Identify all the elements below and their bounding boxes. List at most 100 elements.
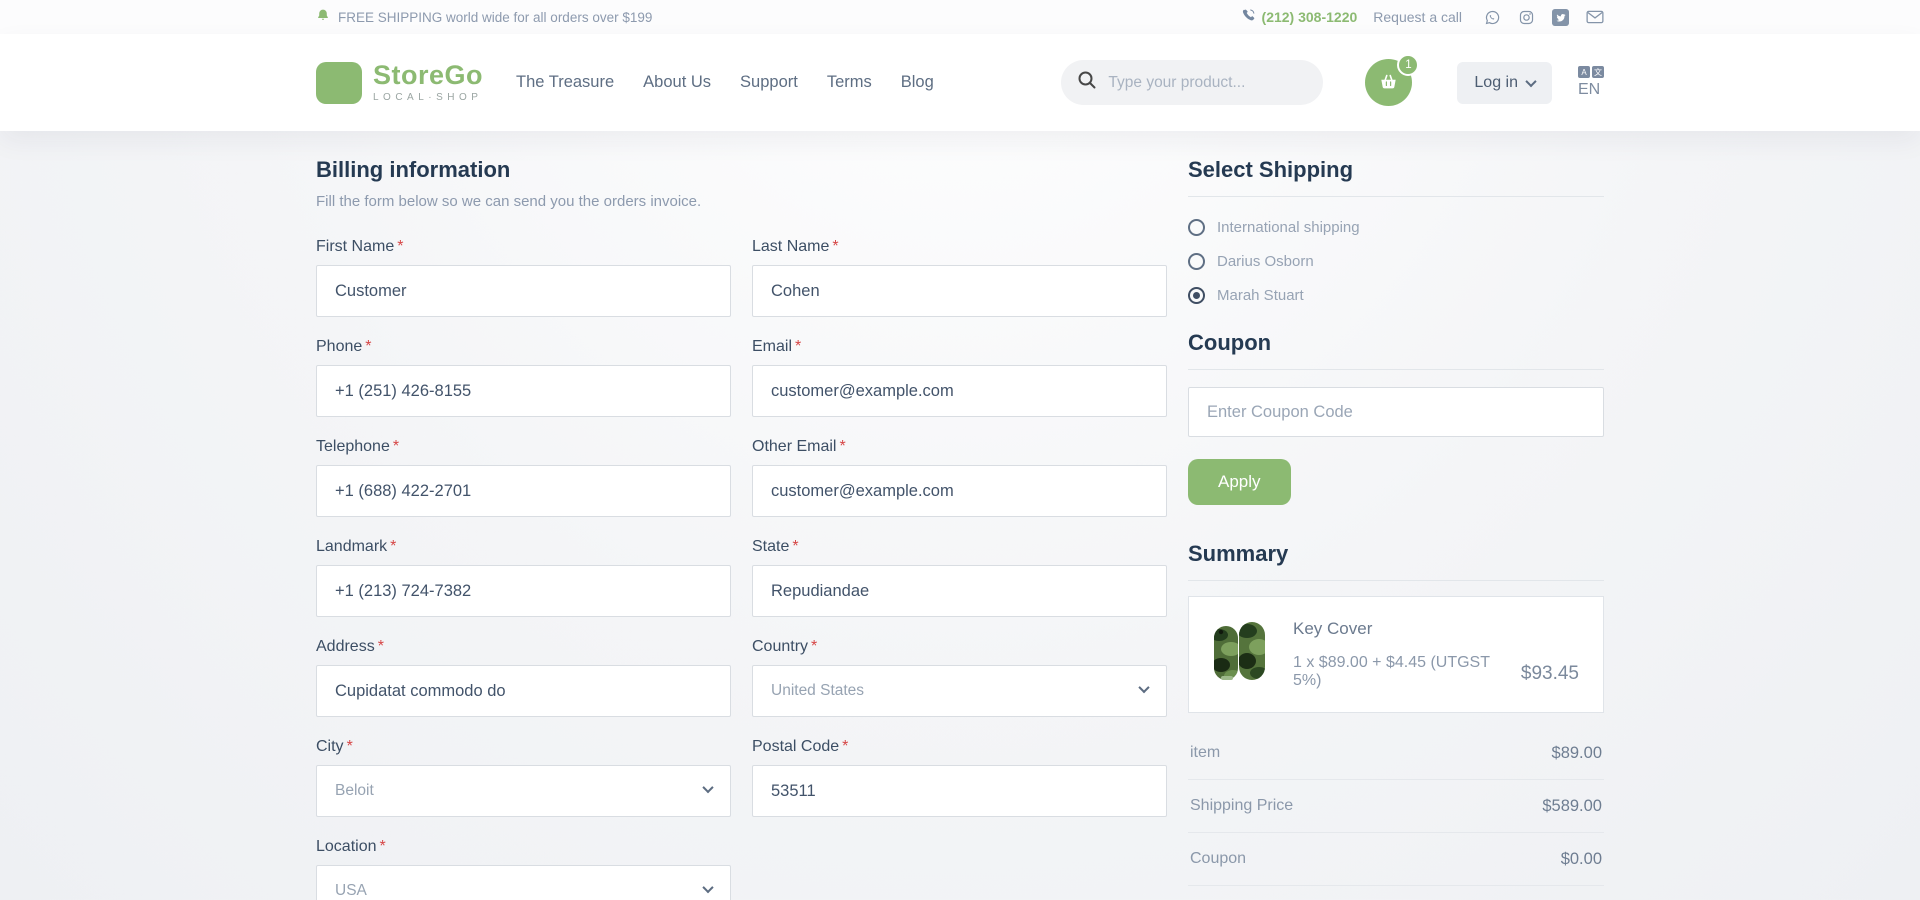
nav-item[interactable]: Terms — [827, 73, 872, 92]
field-select[interactable]: Beloit — [316, 765, 731, 817]
form-field: Email* — [752, 338, 1167, 417]
required-marker: * — [397, 238, 403, 255]
required-marker: * — [365, 338, 371, 355]
coupon-code-input[interactable] — [1188, 387, 1604, 437]
shipping-option-label: Darius Osborn — [1217, 253, 1314, 270]
shipping-option[interactable]: Marah Stuart — [1188, 287, 1604, 304]
field-label: State — [752, 538, 789, 555]
shipping-options: International shipping Darius Osborn Mar… — [1188, 219, 1604, 304]
billing-section: Billing information Fill the form below … — [316, 157, 1167, 900]
required-marker: * — [811, 638, 817, 655]
divider — [1188, 580, 1604, 581]
summary-row-label: Shipping Price — [1190, 797, 1293, 815]
cart-item-card: Key Cover 1 x $89.00 + $4.45 (UTGST 5%) … — [1188, 596, 1604, 713]
field-input[interactable] — [316, 265, 731, 317]
instagram-icon[interactable] — [1518, 9, 1535, 26]
summary-row: Shipping Price $589.00 — [1188, 780, 1604, 833]
basket-icon — [1378, 71, 1399, 95]
required-marker: * — [795, 338, 801, 355]
brand-mark-icon — [316, 62, 362, 104]
required-marker: * — [842, 738, 848, 755]
form-field: Country* United States — [752, 638, 1167, 717]
summary-rows: item $89.00 Shipping Price $589.00 Coupo… — [1188, 727, 1604, 900]
shipping-option-label: Marah Stuart — [1217, 287, 1304, 304]
field-label: First Name — [316, 238, 394, 255]
field-label: Landmark — [316, 538, 387, 555]
request-call-link[interactable]: Request a call — [1373, 9, 1462, 25]
summary-title: Summary — [1188, 541, 1604, 567]
required-marker: * — [839, 438, 845, 455]
bell-icon — [316, 8, 330, 26]
field-label: Phone — [316, 338, 362, 355]
form-field: Other Email* — [752, 438, 1167, 517]
summary-section: Summary — [1188, 541, 1604, 900]
billing-subtitle: Fill the form below so we can send you t… — [316, 193, 1167, 210]
whatsapp-icon[interactable] — [1484, 9, 1501, 26]
summary-row: Coupon $0.00 — [1188, 833, 1604, 886]
required-marker: * — [390, 538, 396, 555]
language-switcher[interactable]: A文 EN — [1578, 66, 1604, 99]
chevron-down-icon — [1138, 682, 1149, 693]
nav-item[interactable]: The Treasure — [516, 73, 614, 92]
shipping-option-label: International shipping — [1217, 219, 1360, 236]
announcement-text: FREE SHIPPING world wide for all orders … — [338, 10, 652, 25]
form-field: State* — [752, 538, 1167, 617]
shipping-title: Select Shipping — [1188, 157, 1604, 183]
field-label: Address — [316, 638, 375, 655]
field-input[interactable] — [752, 365, 1167, 417]
field-label: Last Name — [752, 238, 829, 255]
field-select[interactable]: United States — [752, 665, 1167, 717]
field-label: City — [316, 738, 344, 755]
radio-icon[interactable] — [1188, 253, 1205, 270]
nav-item[interactable]: Support — [740, 73, 798, 92]
form-field: Last Name* — [752, 238, 1167, 317]
required-marker: * — [378, 638, 384, 655]
mail-icon[interactable] — [1586, 10, 1604, 24]
field-input[interactable] — [752, 265, 1167, 317]
search-input[interactable] — [1108, 74, 1307, 92]
login-label: Log in — [1474, 74, 1518, 92]
site-header: StoreGo LOCAL·SHOP The Treasure About Us… — [0, 34, 1920, 131]
form-field: Telephone* — [316, 438, 731, 517]
shipping-option[interactable]: International shipping — [1188, 219, 1604, 236]
field-input[interactable] — [752, 765, 1167, 817]
phone-number: (212) 308-1220 — [1262, 9, 1358, 25]
field-input[interactable] — [752, 465, 1167, 517]
radio-icon[interactable] — [1188, 287, 1205, 304]
phone-link[interactable]: (212) 308-1220 — [1241, 8, 1358, 26]
form-field: First Name* — [316, 238, 731, 317]
selected-option: United States — [771, 682, 864, 700]
coupon-section: Coupon Apply — [1188, 330, 1604, 505]
free-shipping-announcement: FREE SHIPPING world wide for all orders … — [316, 8, 652, 26]
brand-logo[interactable]: StoreGo LOCAL·SHOP — [316, 62, 483, 104]
form-field: City* Beloit — [316, 738, 731, 817]
form-field: Address* — [316, 638, 731, 717]
summary-row: UTGST $4.45 — [1188, 886, 1604, 900]
field-input[interactable] — [316, 365, 731, 417]
login-button[interactable]: Log in — [1457, 62, 1552, 104]
field-input[interactable] — [316, 465, 731, 517]
nav-item[interactable]: Blog — [901, 73, 934, 92]
chevron-down-icon — [702, 882, 713, 893]
shipping-option[interactable]: Darius Osborn — [1188, 253, 1604, 270]
search-icon — [1077, 70, 1097, 95]
summary-row-label: item — [1190, 744, 1220, 762]
required-marker: * — [393, 438, 399, 455]
field-input[interactable] — [316, 665, 731, 717]
summary-row-value: $89.00 — [1552, 744, 1602, 763]
chevron-down-icon — [702, 782, 713, 793]
nav-item[interactable]: About Us — [643, 73, 711, 92]
apply-coupon-button[interactable]: Apply — [1188, 459, 1291, 505]
field-input[interactable] — [752, 565, 1167, 617]
brand-tagline: LOCAL·SHOP — [373, 92, 483, 103]
search-bar — [1061, 60, 1323, 105]
field-select[interactable]: USA — [316, 865, 731, 900]
radio-icon[interactable] — [1188, 219, 1205, 236]
summary-row-value: $589.00 — [1542, 797, 1602, 816]
summary-row-label: Coupon — [1190, 850, 1246, 868]
required-marker: * — [380, 838, 386, 855]
cart-button[interactable]: 1 — [1365, 59, 1412, 106]
phone-icon — [1241, 8, 1256, 26]
field-input[interactable] — [316, 565, 731, 617]
twitter-icon[interactable] — [1552, 9, 1569, 26]
